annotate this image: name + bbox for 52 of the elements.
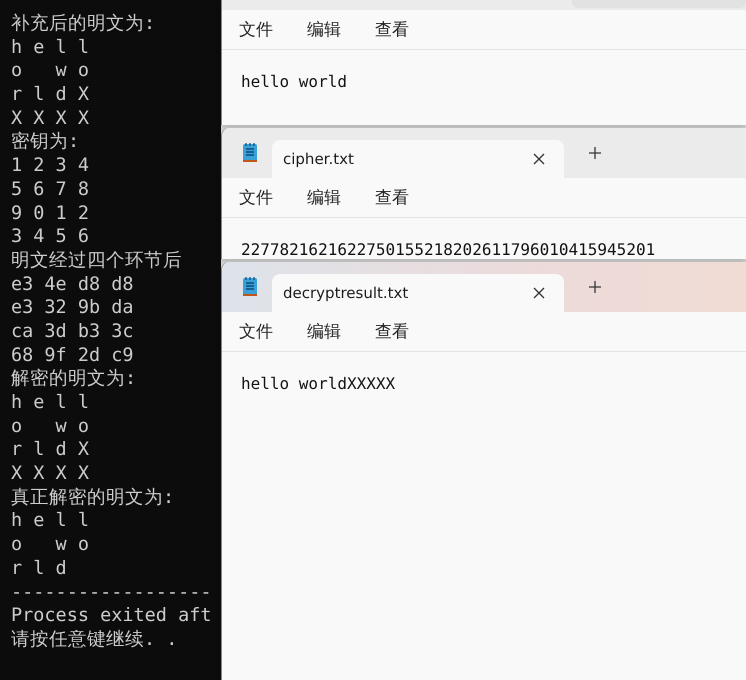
console-line: h e l l	[11, 509, 90, 534]
close-icon[interactable]	[532, 286, 546, 300]
text-area[interactable]: 2277821621622750155218202611796010415945201	[222, 218, 746, 259]
document-text: hello world	[241, 72, 348, 91]
console-line: ca 3d b3 3c	[11, 320, 135, 344]
menu-item[interactable]: 文件	[239, 320, 273, 343]
notepad-icon	[242, 142, 258, 164]
file-tab[interactable]: cipher.txt	[272, 140, 564, 178]
console-line: e3 32 9b da	[11, 296, 135, 320]
console-line: 1 2 3 4	[11, 154, 90, 178]
plus-icon[interactable]	[588, 146, 602, 160]
menu-item[interactable]: 文件	[239, 18, 273, 41]
console-line: 9 0 1 2	[11, 202, 90, 226]
file-tab[interactable]: decryptresult.txt	[272, 274, 564, 312]
console-line: o w o	[11, 59, 90, 84]
console-line: Process exited aft	[11, 604, 212, 628]
console-line: 密钥为:	[11, 130, 80, 154]
menu-item[interactable]: 编辑	[307, 320, 341, 343]
text-area[interactable]: hello worldXXXXX	[222, 352, 746, 680]
text-area[interactable]: hello world	[222, 50, 746, 125]
menu-item[interactable]: 查看	[375, 186, 409, 209]
plus-icon[interactable]	[588, 280, 602, 294]
console-line: X X X X	[11, 106, 90, 130]
console-line: 3 4 5 6	[11, 225, 90, 249]
console-line: o w o	[11, 533, 90, 557]
console-line: h e l l	[11, 36, 90, 60]
tab-title: decryptresult.txt	[283, 284, 408, 302]
console-line: r l d	[11, 556, 68, 580]
menu-item[interactable]: 查看	[375, 18, 409, 41]
console-line: 68 9f 2d c9	[11, 344, 135, 368]
console-line: r l d X	[11, 83, 90, 107]
menu-item[interactable]: 编辑	[307, 18, 341, 41]
console-line: 解密的明文为:	[11, 367, 138, 391]
document-text: 2277821621622750155218202611796010415945201	[241, 240, 656, 259]
console-line: X X X X	[11, 462, 90, 486]
console-line: 真正解密的明文为:	[11, 486, 176, 510]
console-line: r l d X	[11, 438, 90, 462]
close-icon[interactable]	[532, 152, 546, 166]
document-text: hello worldXXXXX	[241, 374, 396, 393]
console-line: 明文经过四个环节后	[11, 248, 183, 273]
menu-item[interactable]: 编辑	[307, 186, 341, 209]
menu-item[interactable]: 文件	[239, 186, 273, 209]
notepad-icon	[242, 276, 258, 298]
console-line: 5 6 7 8	[11, 178, 90, 202]
console-line: 补充后的明文为:	[11, 12, 156, 36]
console-line: e3 4e d8 d8	[11, 272, 135, 296]
tab-title: cipher.txt	[283, 150, 354, 168]
console-line: 请按任意键继续. .	[11, 628, 178, 652]
menu-item[interactable]: 查看	[375, 320, 409, 343]
console-line: h e l l	[11, 391, 90, 415]
console-line: ------------------	[11, 580, 212, 604]
console-line: o w o	[11, 414, 90, 438]
